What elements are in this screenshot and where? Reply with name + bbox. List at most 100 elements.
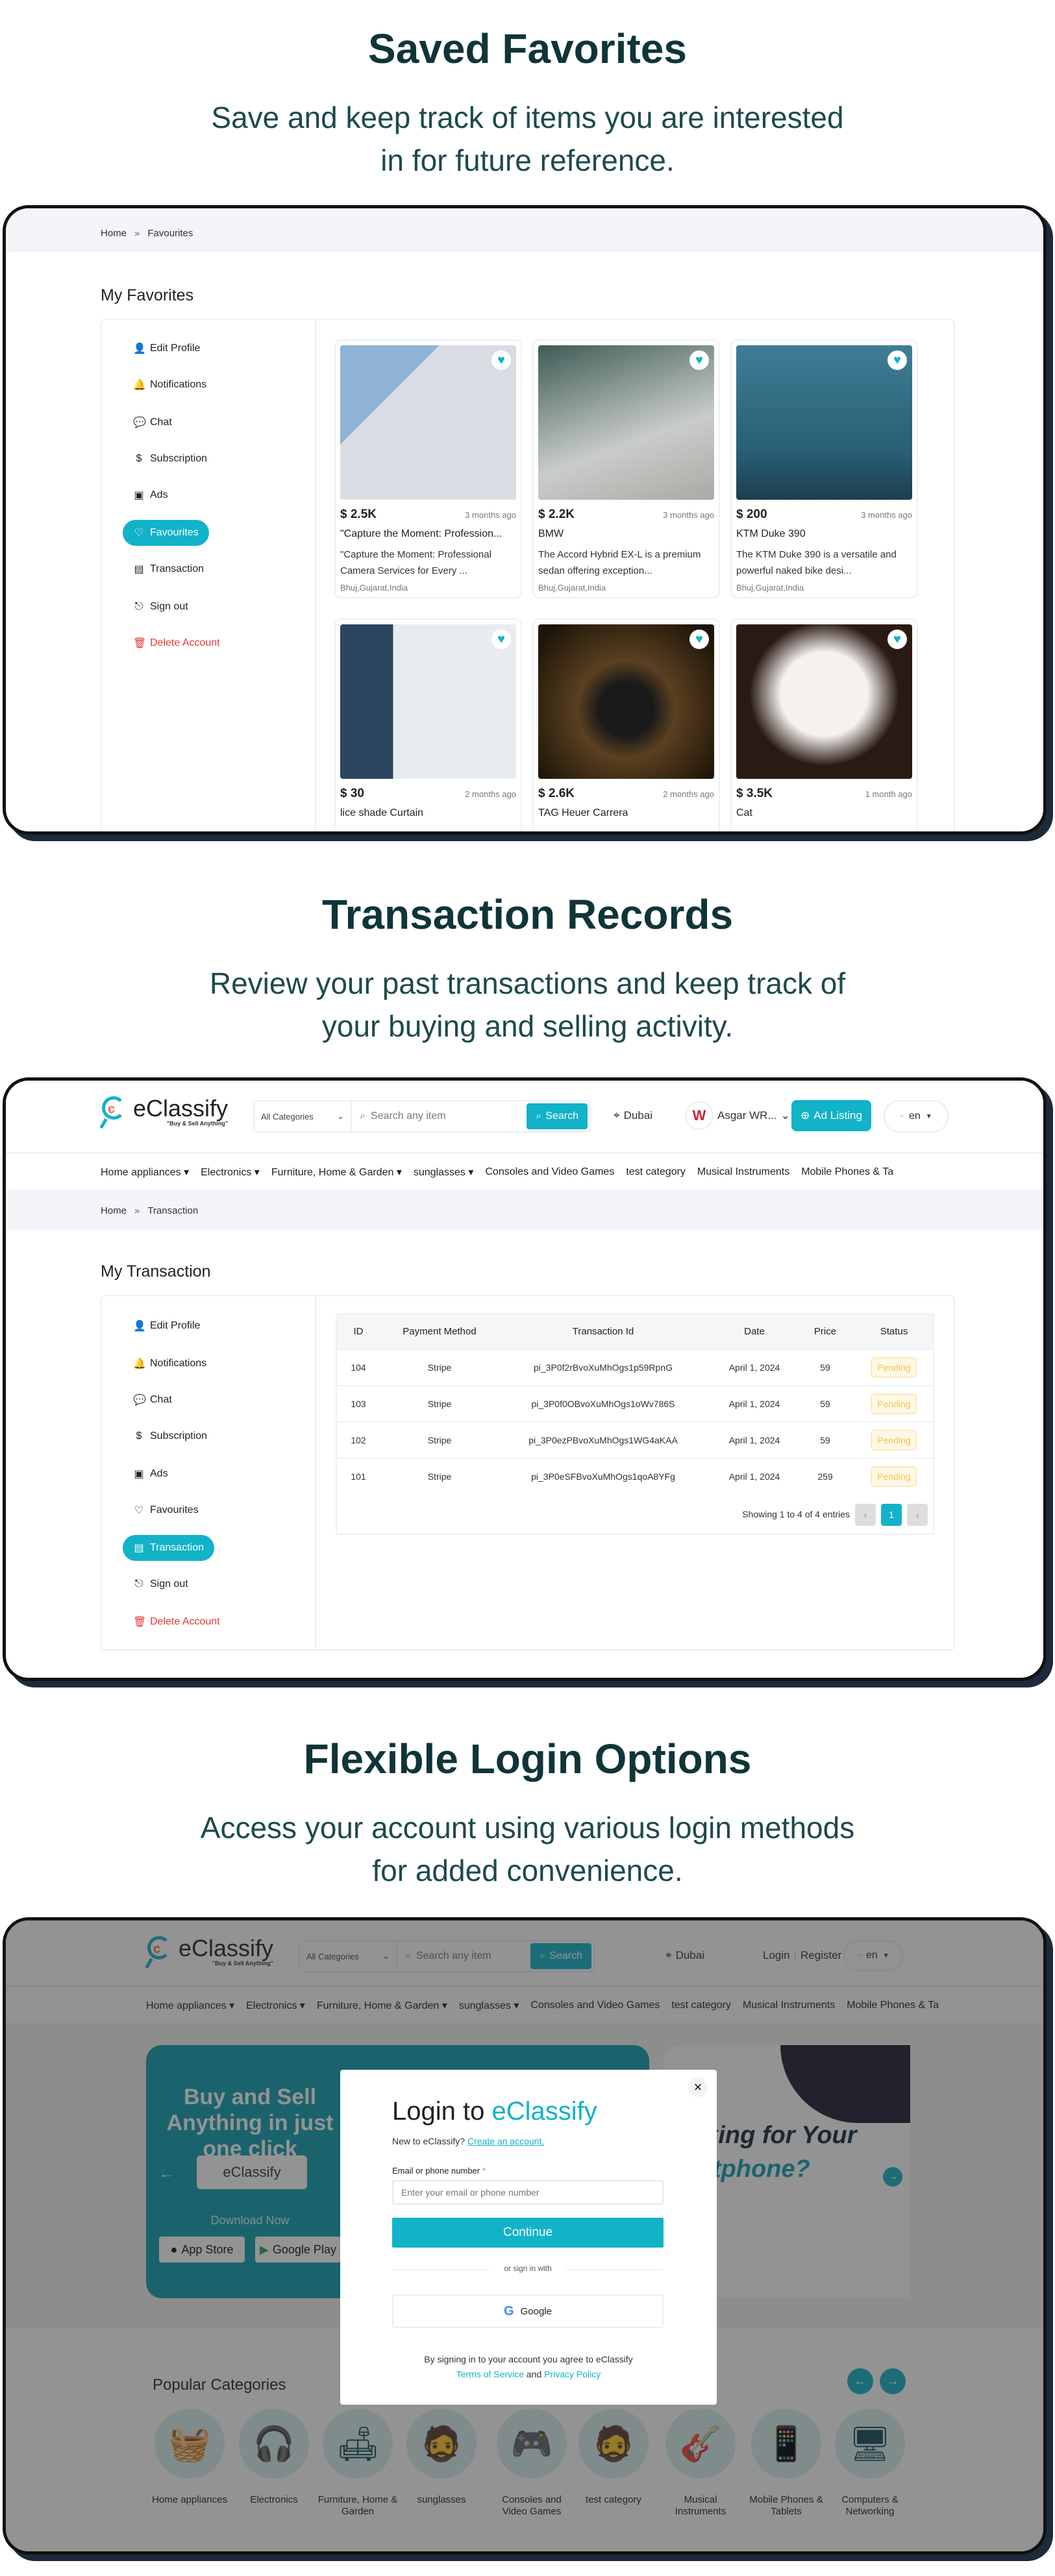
- dollar-icon: $: [136, 1430, 142, 1441]
- favorites-panel: 👤 Edit Profile 🔔 Notifications 💬 Chat $ Subscri…: [101, 319, 955, 831]
- sidebar-item-sign-out[interactable]: ⎋ Sign out: [123, 594, 199, 620]
- sidebar-item-favourites[interactable]: ♡ Favourites: [123, 520, 209, 546]
- sidebar-item-sign-out[interactable]: ⎋ Sign out: [123, 1571, 199, 1597]
- favorite-card[interactable]: ♥ $ 2.2K 3 months ago BMW The Accord Hybr…: [532, 339, 720, 598]
- breadcrumb-home[interactable]: Home: [101, 1205, 127, 1216]
- table-cell: Stripe: [427, 1399, 452, 1409]
- listing-image: ♥: [736, 345, 912, 500]
- sidebar-item-label: Ads: [150, 489, 168, 500]
- favorite-card[interactable]: ♥ $ 2.5K 3 months ago "Capture the Moment…: [334, 339, 522, 598]
- breadcrumb-home[interactable]: Home: [101, 228, 127, 239]
- heart-icon[interactable]: ♥: [689, 630, 709, 649]
- nav-category-item[interactable]: Mobile Phones & Ta: [801, 1166, 893, 1178]
- subtitle-line: in for future reference.: [380, 143, 675, 177]
- category-select-value: All Categories: [261, 1111, 314, 1122]
- sidebar-item-favourites[interactable]: ♡ Favourites: [123, 1497, 209, 1523]
- listing-title: KTM Duke 390: [736, 528, 806, 539]
- listing-description: [538, 826, 714, 831]
- sidebar-item-chat[interactable]: 💬 Chat: [123, 410, 182, 435]
- sidebar-item-ads[interactable]: ▣ Ads: [123, 482, 179, 508]
- sidebar-item-subscription[interactable]: $ Subscription: [123, 446, 217, 472]
- nav-category-item[interactable]: Musical Instruments: [697, 1166, 789, 1178]
- table-cell: pi_3P0ezPBvoXuMhOgs1WG4aKAA: [528, 1435, 678, 1445]
- sidebar-item-subscription[interactable]: $ Subscription: [123, 1423, 217, 1449]
- plus-circle-icon: ⊕: [801, 1109, 810, 1122]
- location-label: Dubai: [623, 1109, 652, 1122]
- terms-link[interactable]: Terms of Service: [456, 2369, 524, 2379]
- listing-description: [736, 826, 912, 831]
- email-input[interactable]: [392, 2180, 664, 2205]
- page-title: My Transaction: [101, 1262, 211, 1281]
- sidebar-item-transaction[interactable]: ▤ Transaction: [123, 1535, 214, 1561]
- close-button[interactable]: ×: [688, 2078, 708, 2097]
- sidebar-item-delete-account[interactable]: 🗑 Delete Account: [123, 630, 230, 656]
- email-label: Email or phone number *: [392, 2166, 486, 2176]
- user-menu[interactable]: W Asgar WR... ⌄: [685, 1101, 790, 1130]
- ad-listing-button[interactable]: ⊕ Ad Listing: [791, 1100, 871, 1131]
- column-header: Payment Method: [403, 1326, 477, 1337]
- login-title: Login to eClassify: [392, 2097, 597, 2126]
- sidebar-item-delete-account[interactable]: 🗑 Delete Account: [123, 1609, 230, 1635]
- status-badge: Pending: [871, 1466, 917, 1487]
- status-badge: Pending: [871, 1393, 917, 1414]
- listing-description: The Accord Hybrid EX-L is a premium seda…: [538, 549, 701, 576]
- section-title: Saved Favorites: [368, 25, 687, 72]
- nav-category-item[interactable]: Consoles and Video Games: [485, 1166, 614, 1178]
- nav-category-item[interactable]: Furniture, Home & Garden ▾: [271, 1166, 402, 1179]
- sidebar-item-label: Delete Account: [150, 637, 220, 648]
- transaction-screenshot: c eClassify "Buy & Sell Anything" All Cate…: [3, 1077, 1047, 1681]
- prev-page-button[interactable]: ‹: [855, 1504, 876, 1526]
- heart-icon[interactable]: ♥: [491, 350, 511, 370]
- privacy-link[interactable]: Privacy Policy: [544, 2369, 601, 2379]
- page-1-button[interactable]: 1: [881, 1504, 902, 1526]
- sidebar-item-label: Transaction: [150, 563, 204, 574]
- table-cell: pi_3P0f0OBvoXuMhOgs1oWv786S: [531, 1399, 675, 1409]
- search-placeholder: Search any item: [370, 1110, 446, 1122]
- email-label-text: Email or phone number: [392, 2166, 480, 2176]
- create-account-link[interactable]: Create an account.: [467, 2136, 544, 2146]
- location-pin-icon: ⌖: [614, 1109, 620, 1122]
- nav-category-item[interactable]: Electronics ▾: [201, 1166, 260, 1179]
- nav-category-item[interactable]: sunglasses ▾: [414, 1166, 474, 1179]
- location-button[interactable]: ⌖Dubai: [614, 1109, 652, 1122]
- subtitle-line: for added convenience.: [372, 1854, 683, 1887]
- heart-icon[interactable]: ♥: [887, 350, 907, 370]
- listing-image: ♥: [736, 624, 912, 779]
- continue-button[interactable]: Continue: [392, 2218, 664, 2248]
- trash-icon: 🗑: [133, 638, 147, 649]
- favorite-card[interactable]: ♥ $ 2.6K 2 months ago TAG Heuer Carrera: [532, 619, 720, 831]
- bell-icon: 🔔: [133, 380, 146, 391]
- sidebar-item-transaction[interactable]: ▤ Transaction: [123, 556, 214, 582]
- breadcrumb-separator: »: [134, 228, 140, 239]
- heart-icon[interactable]: ♥: [887, 630, 907, 649]
- favorite-card[interactable]: ♥ $ 30 2 months ago lice shade Curtain: [334, 619, 522, 831]
- or-sign-in-with: or sign in with: [490, 2264, 566, 2273]
- favorite-card[interactable]: ♥ $ 200 3 months ago KTM Duke 390 The KTM…: [730, 339, 918, 598]
- next-page-button[interactable]: ›: [907, 1504, 928, 1526]
- google-label: Google: [520, 2305, 552, 2317]
- heart-icon: ♡: [134, 528, 144, 539]
- heart-icon[interactable]: ♥: [689, 350, 709, 370]
- category-select[interactable]: All Categories ⌄: [254, 1101, 352, 1131]
- sidebar-item-ads[interactable]: ▣ Ads: [123, 1461, 179, 1487]
- nav-category-item[interactable]: test category: [626, 1166, 686, 1178]
- sidebar-item-notifications[interactable]: 🔔 Notifications: [123, 1351, 217, 1377]
- google-sign-in-button[interactable]: G Google: [392, 2294, 664, 2328]
- table-cell: Stripe: [427, 1362, 452, 1373]
- sidebar-item-label: Chat: [150, 1394, 172, 1405]
- favorite-card[interactable]: ♥ $ 3.5K 1 month ago Cat: [730, 619, 918, 831]
- search-input[interactable]: ⌕ Search any item: [352, 1110, 527, 1122]
- nav-category-item[interactable]: Home appliances ▾: [101, 1166, 189, 1179]
- language-value: en: [908, 1110, 921, 1122]
- logo[interactable]: ceClassify"Buy & Sell Anything": [99, 1095, 228, 1129]
- search-button[interactable]: ⌕Search: [527, 1103, 588, 1129]
- sidebar-item-edit-profile[interactable]: 👤 Edit Profile: [123, 1313, 210, 1339]
- sign-out-icon: ⎋: [134, 1578, 143, 1589]
- sidebar-item-chat[interactable]: 💬 Chat: [123, 1387, 182, 1413]
- heart-icon[interactable]: ♥: [491, 630, 511, 649]
- language-select[interactable]: ◦ en ▼: [884, 1100, 949, 1133]
- sidebar-item-edit-profile[interactable]: 👤 Edit Profile: [123, 336, 210, 362]
- transactions-table: ID Payment Method Transaction Id Date Price S…: [336, 1313, 934, 1535]
- breadcrumb-separator: »: [134, 1205, 140, 1216]
- sidebar-item-notifications[interactable]: 🔔 Notifications: [123, 372, 217, 398]
